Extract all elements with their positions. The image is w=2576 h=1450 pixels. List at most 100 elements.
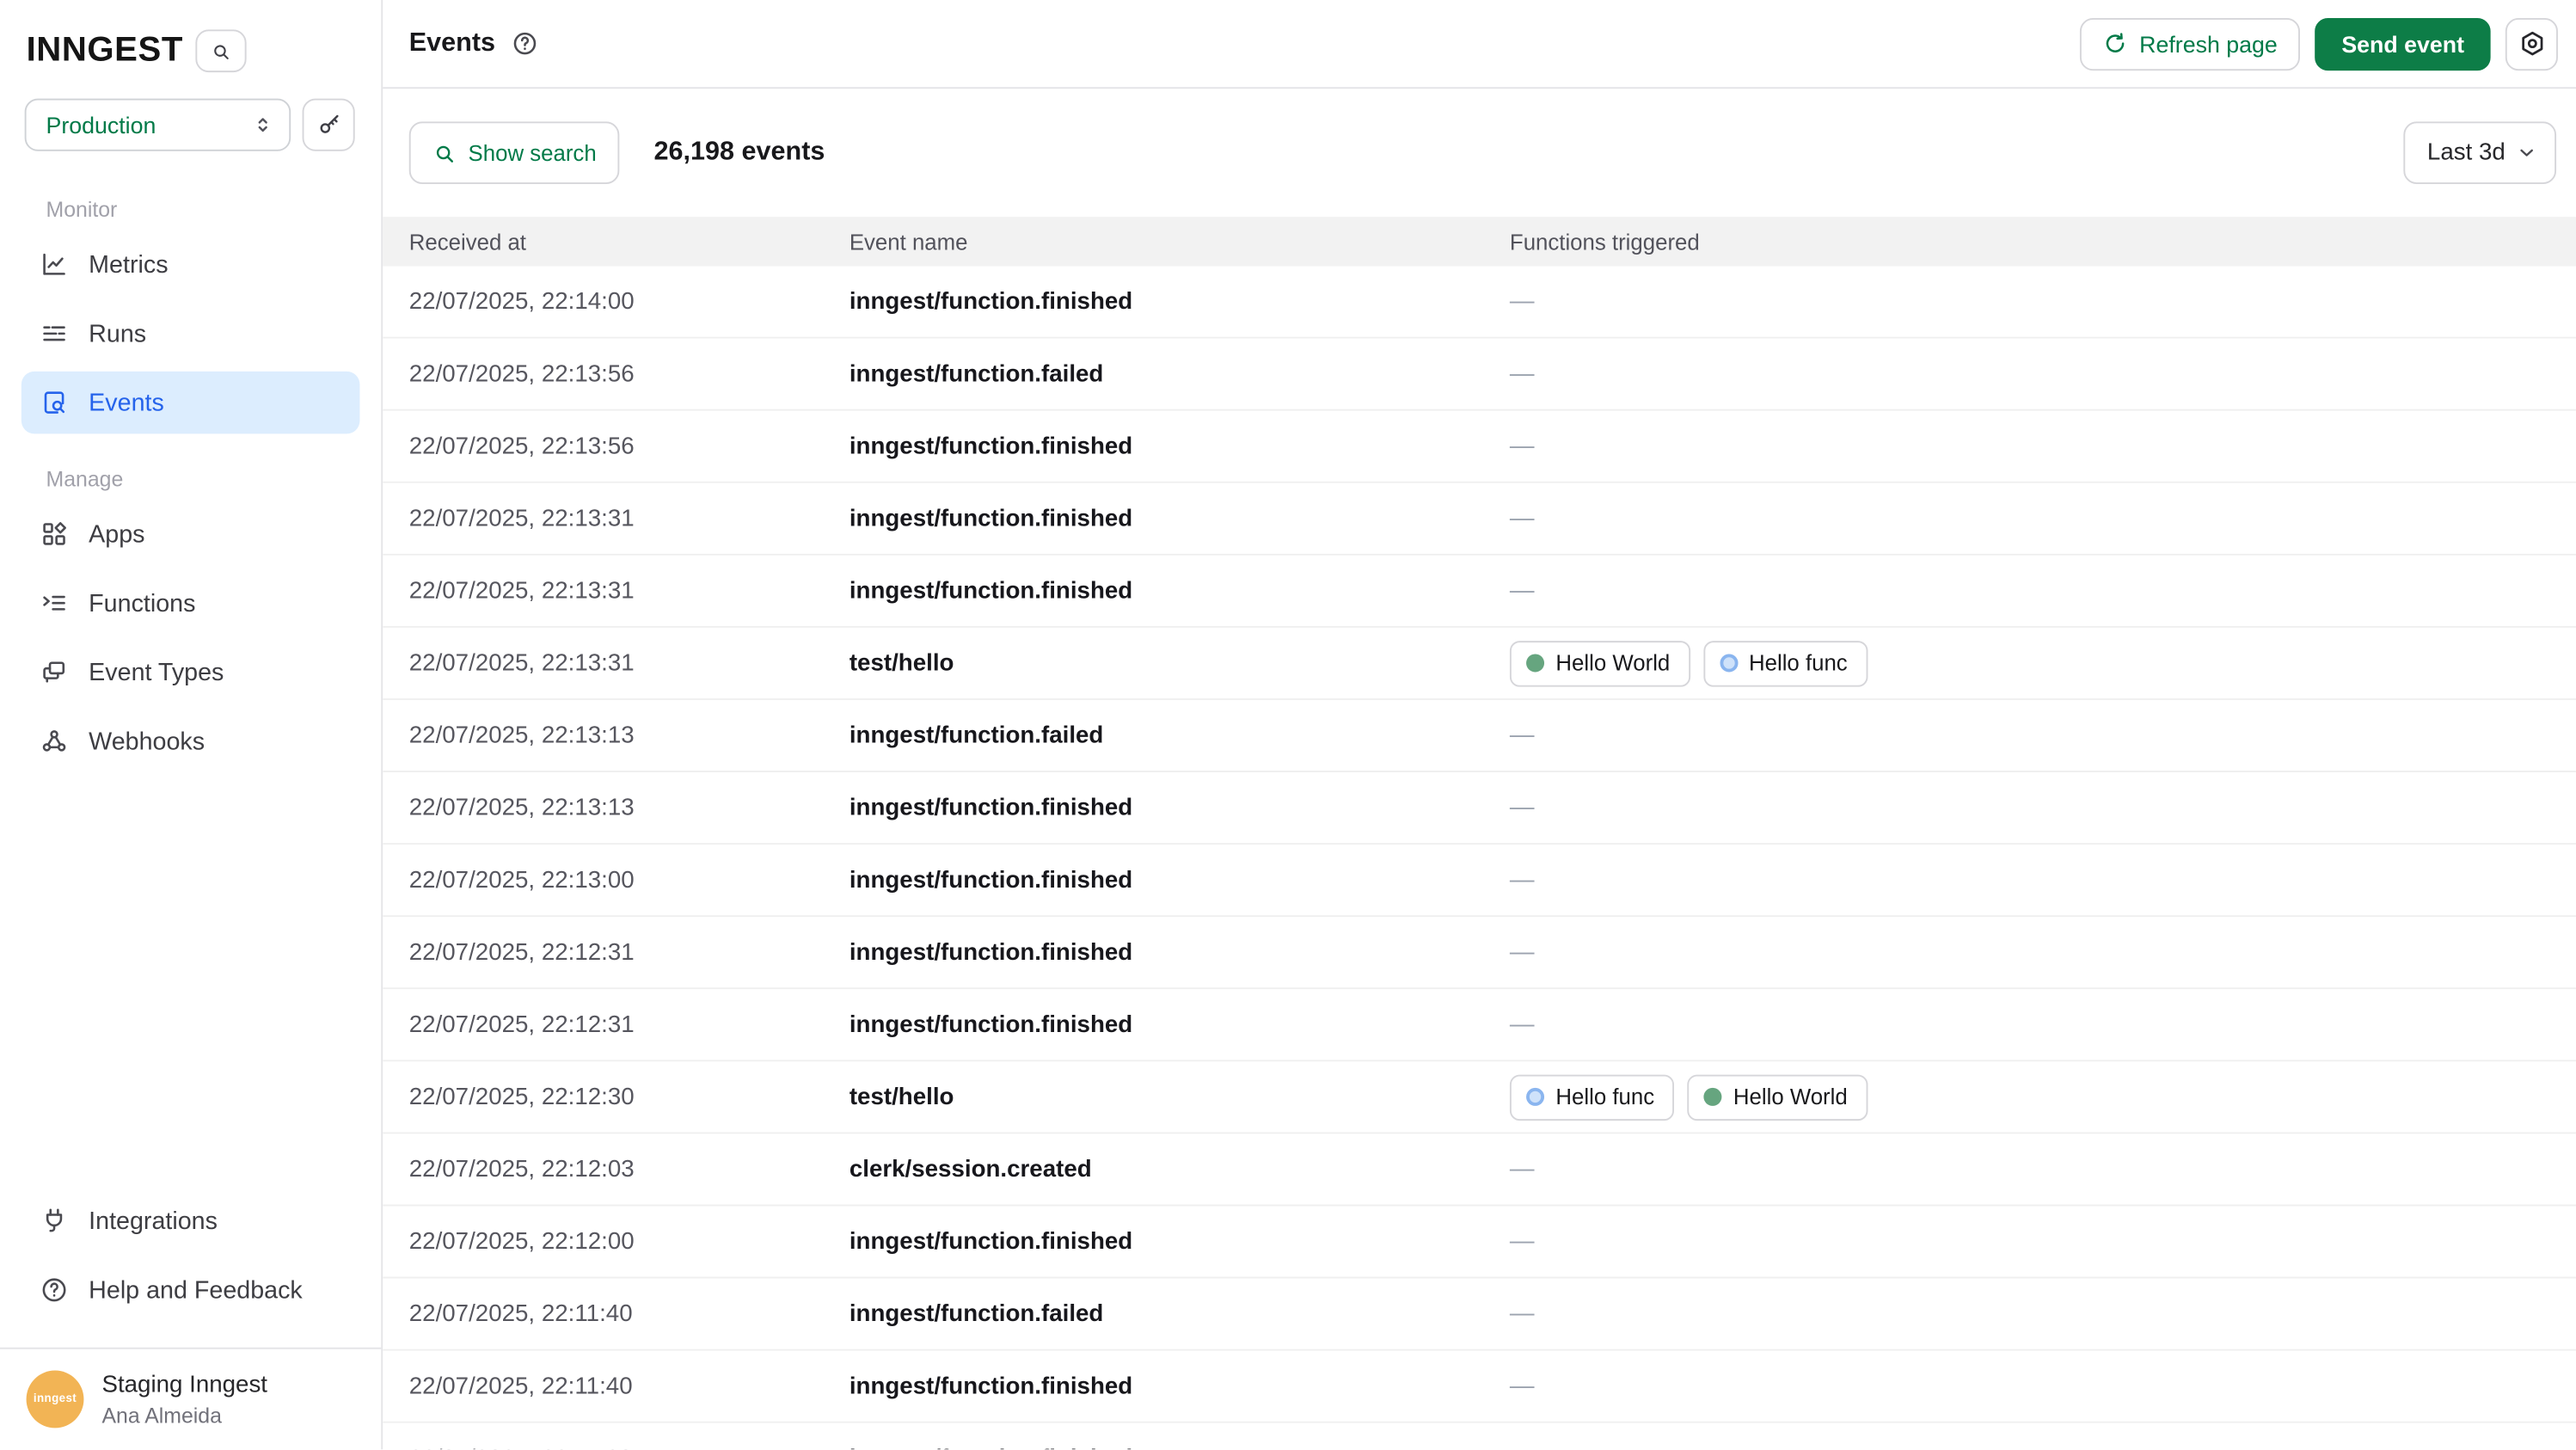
table-row[interactable]: 22/07/2025, 22:11:40inngest/function.fai… [383,1279,2576,1351]
environment-select[interactable]: Production [25,99,291,151]
function-list-icon [40,588,69,617]
empty-marker: — [1510,1011,1535,1038]
function-badge[interactable]: Hello World [1510,640,1690,685]
table-row[interactable]: 22/07/2025, 22:14:00inngest/function.fin… [383,267,2576,339]
page-header-left: Events [409,28,540,58]
cell-functions-triggered: Hello World Hello func [1510,640,2576,685]
sidebar-item-apps[interactable]: Apps [21,503,360,566]
sidebar-item-label: Runs [89,320,146,347]
apps-grid-icon [40,519,69,549]
empty-marker: — [1510,433,1535,460]
inngest-logo: INNGEST [27,31,183,71]
cell-functions-triggered: — [1510,1227,2576,1255]
sidebar-spacer [0,779,381,1177]
send-event-label: Send event [2341,30,2464,57]
section-label-monitor: Monitor [46,197,359,222]
function-badge[interactable]: Hello World [1687,1074,1867,1120]
cell-event-name: inngest/function.finished [849,939,1510,966]
logo-row: INNGEST [27,29,355,72]
profile-org-name: Staging Inngest [101,1371,267,1398]
function-badge[interactable]: Hello func [1510,1074,1674,1120]
cell-event-name: inngest/function.finished [849,1373,1510,1399]
sidebar-footer-nav: Integrations Help and Feedback [0,1189,381,1327]
sidebar-item-metrics[interactable]: Metrics [21,233,360,296]
sidebar-item-label: Events [89,389,164,416]
sidebar-item-help[interactable]: Help and Feedback [21,1259,360,1322]
time-range-value: Last 3d [2427,139,2505,166]
sidebar-item-event-types[interactable]: Event Types [21,641,360,703]
table-row[interactable]: 22/07/2025, 22:13:31test/helloHello Worl… [383,628,2576,700]
cell-functions-triggered: — [1510,287,2576,315]
cell-received-at: 22/07/2025, 22:13:56 [409,360,849,387]
cell-received-at: 22/07/2025, 22:13:31 [409,578,849,605]
environment-value: Production [46,112,251,138]
app-root: INNGEST Production Monitor [0,0,2576,1449]
empty-marker: — [1510,866,1535,894]
copy-rects-icon [40,657,69,686]
time-range-select[interactable]: Last 3d [2404,121,2556,184]
sidebar-item-label: Webhooks [89,727,205,754]
function-status-dot-icon [1720,654,1738,672]
profile-user-name: Ana Almeida [101,1403,267,1428]
cell-received-at: 22/07/2025, 22:11:40 [409,1373,849,1399]
table-row[interactable]: 22/07/2025, 22:12:30test/helloHello func… [383,1061,2576,1134]
table-row[interactable]: 22/07/2025, 22:12:31inngest/function.fin… [383,989,2576,1061]
table-row[interactable]: 22/07/2025, 22:11:40inngest/function.fin… [383,1351,2576,1423]
cell-functions-triggered: — [1510,1445,2576,1450]
empty-marker: — [1510,577,1535,605]
cell-event-name: inngest/function.finished [849,867,1510,894]
table-row[interactable]: 22/07/2025, 22:13:56inngest/function.fai… [383,339,2576,411]
column-functions-triggered: Functions triggered [1510,230,2576,255]
table-row[interactable]: 22/07/2025, 22:12:31inngest/function.fin… [383,917,2576,989]
sidebar-item-label: Integrations [89,1207,218,1234]
cell-received-at: 22/07/2025, 22:14:00 [409,288,849,315]
list-dashes-icon [40,319,69,348]
table-row[interactable]: 22/07/2025, 22:13:56inngest/function.fin… [383,411,2576,483]
cell-event-name: inngest/function.failed [849,722,1510,749]
cell-event-name: clerk/session.created [849,1156,1510,1183]
sidebar-item-events[interactable]: Events [21,372,360,434]
sidebar-item-functions[interactable]: Functions [21,572,360,635]
refresh-page-button[interactable]: Refresh page [2080,17,2300,70]
function-status-dot-icon [1526,1088,1544,1106]
sidebar-item-label: Functions [89,589,195,617]
chevron-down-icon [2515,141,2538,164]
cell-received-at: 22/07/2025, 22:12:03 [409,1156,849,1183]
table-row[interactable]: 22/07/2025, 22:11:39inngest/function.fin… [383,1423,2576,1450]
function-badge[interactable]: Hello func [1703,640,1868,685]
webhook-icon [40,727,69,756]
empty-marker: — [1510,1227,1535,1255]
table-row[interactable]: 22/07/2025, 22:13:13inngest/function.fai… [383,700,2576,772]
table-row[interactable]: 22/07/2025, 22:13:31inngest/function.fin… [383,483,2576,556]
events-toolbar: Show search 26,198 events Last 3d [383,89,2576,217]
empty-marker: — [1510,359,1535,387]
table-row[interactable]: 22/07/2025, 22:13:00inngest/function.fin… [383,845,2576,917]
cell-event-name: inngest/function.finished [849,1445,1510,1449]
table-row[interactable]: 22/07/2025, 22:12:03clerk/session.create… [383,1134,2576,1206]
cell-event-name: inngest/function.finished [849,1011,1510,1038]
page-help-icon[interactable] [512,29,539,57]
environment-row: Production [25,99,355,151]
table-row[interactable]: 22/07/2025, 22:12:00inngest/function.fin… [383,1206,2576,1278]
empty-marker: — [1510,1372,1535,1399]
show-search-button[interactable]: Show search [409,121,620,184]
event-count: 26,198 events [654,138,825,167]
profile-section[interactable]: inngest Staging Inngest Ana Almeida [0,1348,381,1449]
sidebar-item-webhooks[interactable]: Webhooks [21,710,360,772]
sidebar-item-label: Metrics [89,250,168,278]
empty-marker: — [1510,722,1535,749]
settings-button[interactable] [2505,17,2558,70]
global-search-button[interactable] [196,29,247,72]
send-event-button[interactable]: Send event [2315,17,2491,70]
event-keys-button[interactable] [303,99,355,151]
table-row[interactable]: 22/07/2025, 22:13:13inngest/function.fin… [383,772,2576,845]
cell-received-at: 22/07/2025, 22:11:39 [409,1445,849,1449]
function-status-dot-icon [1526,654,1544,672]
sidebar-item-integrations[interactable]: Integrations [21,1189,360,1252]
cell-event-name: inngest/function.finished [849,1228,1510,1255]
cell-functions-triggered: — [1510,1155,2576,1183]
sidebar-item-runs[interactable]: Runs [21,303,360,366]
function-status-dot-icon [1703,1088,1721,1106]
table-row[interactable]: 22/07/2025, 22:13:31inngest/function.fin… [383,556,2576,628]
cell-event-name: test/hello [849,650,1510,677]
